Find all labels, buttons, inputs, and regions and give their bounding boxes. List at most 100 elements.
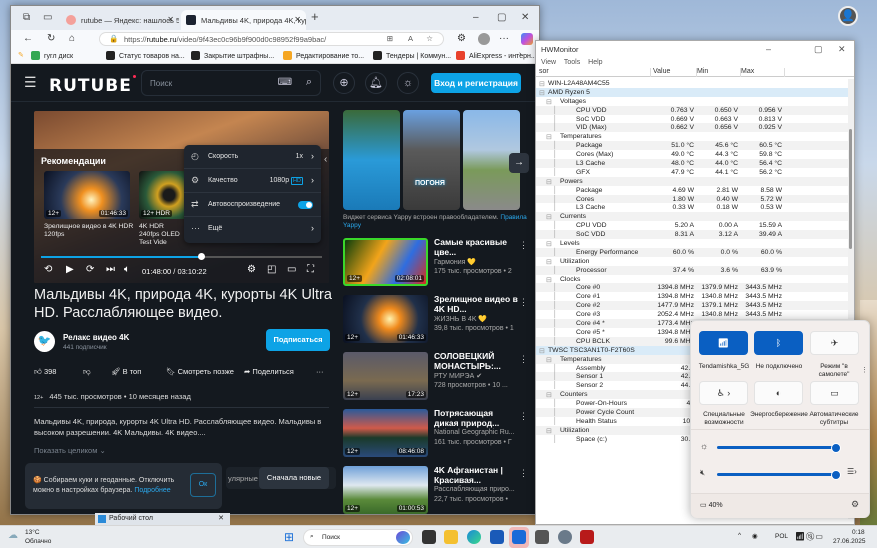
video-thumbnail[interactable]: 12+ 02:08:01 — [343, 238, 428, 286]
outlook-icon[interactable] — [512, 530, 526, 544]
sensor-row[interactable]: │ VID (Max) 0.662 V 0.656 V 0.925 V — [536, 123, 848, 133]
tree-line[interactable]: │ — [553, 365, 557, 372]
expand-icon[interactable]: ⊟ — [546, 240, 552, 248]
url-input[interactable]: 🔒 https://rutube.ru/video/9f43ec0c96b9f90… — [99, 32, 444, 46]
sensor-row[interactable]: │ Cores (Max) 49.0 °C 44.3 °C 59.8 °C — [536, 150, 848, 159]
clock-date[interactable]: 27.06.2025 — [833, 538, 866, 545]
sensor-row[interactable]: │ SoC VDD 8.31 A 3.12 A 39.49 A — [536, 230, 848, 240]
sensor-row[interactable]: │ L3 Cache 48.0 °C 44.0 °C 56.4 °C — [536, 159, 848, 168]
tree-line[interactable]: │ — [553, 329, 557, 336]
play-icon[interactable]: ▶ — [66, 264, 74, 275]
page-dots-icon[interactable]: ⋮ — [861, 366, 868, 374]
bookmark-item[interactable]: Закрытие штрафны... — [191, 51, 274, 60]
video-list-item[interactable]: 12+ 08:46:08 Потрясающая дикая природ... Na… — [343, 408, 538, 461]
close-tab-icon[interactable]: ✕ — [218, 514, 224, 522]
sensor-row[interactable]: │ Core #0 1394.8 MHz 1379.9 MHz 3443.5 MHz — [536, 283, 848, 293]
expand-icon[interactable]: ⊟ — [546, 276, 552, 284]
expand-icon[interactable]: ⊟ — [546, 178, 552, 186]
tree-line[interactable]: │ — [553, 187, 557, 194]
channel-name[interactable]: РТУ МИРЭА ✔ — [434, 372, 482, 380]
minimize-button[interactable]: – — [766, 44, 771, 54]
tree-line[interactable]: │ — [553, 116, 557, 123]
rewind-10-icon[interactable]: ⟲ — [44, 264, 52, 275]
forward-10-icon[interactable]: ⟳ — [86, 264, 94, 275]
expand-icon[interactable]: ⊟ — [539, 89, 545, 97]
more-icon[interactable]: ··· — [499, 33, 509, 44]
task-view-icon[interactable] — [422, 530, 436, 544]
header-value[interactable]: Value — [653, 68, 697, 77]
menu-speed[interactable]: ◴ Скорость 1x › — [184, 145, 321, 169]
store-icon[interactable] — [490, 530, 504, 544]
network-volume-battery-icons[interactable]: 📶︎🔇︎▭ — [795, 532, 823, 541]
workspaces-icon[interactable]: ⧉ — [23, 12, 30, 23]
tree-line[interactable]: │ — [553, 400, 557, 407]
channel-name[interactable]: Релакс видео 4K — [63, 333, 129, 342]
bell-icon[interactable]: 🔔︎ — [365, 72, 387, 94]
tree-line[interactable]: │ — [553, 196, 557, 203]
sensor-row[interactable]: │ Core #1 1394.8 MHz 1340.8 MHz 3443.5 MHz — [536, 292, 848, 301]
volume-slider[interactable] — [717, 470, 841, 480]
expand-icon[interactable]: ⊟ — [546, 427, 552, 435]
tree-line[interactable]: │ — [553, 418, 557, 425]
like-button[interactable]: 👍︎ 398 — [34, 367, 56, 377]
sensor-row[interactable]: │ Energy Performance 60.0 % 0.0 % 60.0 % — [536, 247, 848, 257]
hamburger-menu-icon[interactable]: ☰ — [24, 74, 37, 91]
tree-line[interactable]: │ — [553, 382, 557, 389]
video-list-item[interactable]: 12+ 01:00:53 4K Афганистан | Красивая... Ра… — [343, 465, 538, 514]
tree-line[interactable]: │ — [553, 267, 557, 274]
sensor-row[interactable]: │ Core #2 1477.9 MHz 1379.1 MHz 3443.5 MHz — [536, 301, 848, 311]
channel-avatar[interactable]: 🐦 — [34, 331, 55, 352]
taskbar-window-tab[interactable]: Рабочий стол ✕ — [95, 513, 230, 525]
hwmonitor-icon[interactable] — [535, 530, 549, 544]
accessibility-tile[interactable]: ♿︎ › — [699, 381, 748, 405]
tree-line[interactable]: │ — [553, 107, 557, 114]
watch-later-button[interactable]: 🔖︎ Смотреть позже — [166, 367, 234, 376]
bookmark-item[interactable]: Статус товаров на... — [106, 51, 185, 60]
dislike-button[interactable]: 👎︎ — [83, 367, 91, 377]
expand-icon[interactable]: ⊟ — [546, 356, 552, 364]
tree-line[interactable]: │ — [553, 320, 557, 327]
volume-muted-icon[interactable]: 🔇︎ — [700, 468, 705, 478]
tree-line[interactable]: │ — [553, 409, 557, 416]
sensor-row[interactable]: ⊟ Currents — [536, 212, 848, 221]
more-actions-icon[interactable]: ··· — [316, 367, 324, 376]
sensor-row[interactable]: ⊟ Clocks — [536, 275, 848, 284]
expand-icon[interactable]: ⊟ — [546, 213, 552, 221]
sensor-row[interactable]: │ Package 4.69 W 2.81 W 8.58 W — [536, 186, 848, 195]
bookmark-item[interactable]: Тендеры | Коммун... — [373, 51, 451, 60]
taskbar-search[interactable]: ⌕ Поиск — [303, 529, 413, 546]
bookmark-item[interactable]: гугл диск — [31, 51, 73, 60]
minimize-button[interactable]: – — [473, 12, 479, 23]
maximize-button[interactable]: ▢ — [814, 44, 823, 55]
copilot-icon[interactable] — [521, 33, 533, 45]
bookmark-item[interactable]: AliExpress - интерн... — [456, 51, 537, 60]
short-video[interactable]: ПОГОНЯ — [403, 110, 460, 210]
settings-gear-icon[interactable]: ⚙ — [247, 264, 256, 275]
rec-thumbnail[interactable]: 12+ 01:46:33 — [44, 171, 130, 219]
video-thumbnail[interactable]: 12+ 08:46:08 — [343, 409, 428, 457]
bluetooth-tile[interactable]: ᛒ› — [754, 331, 803, 370]
tab-rutube[interactable]: Мальдивы 4K, природа 4K, курорт✕ — [181, 10, 306, 30]
keyboard-icon[interactable]: ⌨ — [278, 77, 292, 88]
close-button[interactable]: ✕ — [521, 12, 529, 23]
tree-line[interactable]: │ — [553, 231, 557, 238]
sensor-row[interactable]: │ Processor 37.4 % 3.6 % 63.9 % — [536, 265, 848, 275]
sensor-row[interactable]: ⊟ Voltages — [536, 97, 848, 106]
video-thumbnail[interactable]: 12+ 01:46:33 — [343, 295, 428, 343]
show-all-link[interactable]: Показать целиком ⌄ — [34, 446, 106, 455]
sensor-row[interactable]: ⊟ WIN-L2A48AM4C55 — [536, 79, 848, 88]
tree-line[interactable]: │ — [553, 222, 557, 229]
energy-saver-tile[interactable]: ◐ — [754, 381, 803, 405]
more-options-icon[interactable]: ⋮ — [519, 411, 528, 422]
close-tab-icon[interactable]: ✕ — [294, 15, 301, 24]
clock-time[interactable]: 0:18 — [852, 529, 865, 536]
sensor-row[interactable]: │ Core #3 2052.4 MHz 1340.8 MHz 3443.5 MHz — [536, 310, 848, 319]
pip-icon[interactable]: ◰ — [267, 264, 276, 275]
sort-newest-button[interactable]: Сначала новые — [259, 467, 329, 489]
channel-name[interactable]: ЖИЗНЬ В 4K 💛 — [434, 315, 487, 323]
video-title[interactable]: Потрясающая дикая природ... — [434, 408, 519, 428]
sensor-row[interactable]: │ Cores 1.80 W 0.40 W 5.72 W — [536, 194, 848, 204]
cookie-more-link[interactable]: Подробнее — [134, 487, 170, 494]
sort-popular-button[interactable]: улярные — [228, 474, 258, 483]
video-list-item[interactable]: 12+ 01:46:33 Зрелищное видео в 4K HD... ЖИЗ… — [343, 294, 538, 347]
